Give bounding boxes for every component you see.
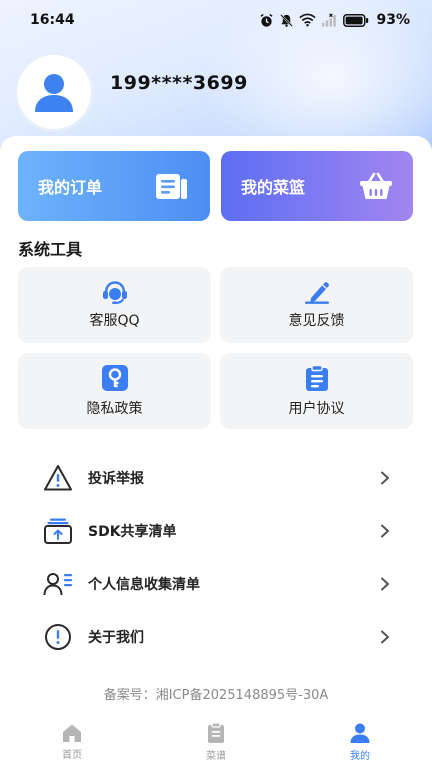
share-box-icon [44,518,72,544]
avatar[interactable] [14,52,94,132]
bottom-tab-bar: 首页 菜谱 我的 [0,716,432,768]
user-avatar-icon [35,74,73,112]
chevron-right-icon [378,630,392,644]
list-item-label: 个人信息收集清单 [88,577,200,593]
status-icons: 93% [259,12,410,28]
basket-icon [360,172,392,199]
home-icon [63,724,81,742]
wifi-icon [299,13,317,27]
status-bar: 16:44 93% [0,0,432,40]
my-basket-card[interactable]: 我的菜篮 [221,151,413,221]
content-sheet: 我的订单 我的菜篮 系统工具 客服QQ 意见反馈 隐私政策 用户协议 投诉举报 … [0,136,432,768]
user-phone: 199****3699 [110,72,248,94]
tab-label: 菜谱 [206,751,226,762]
system-tools-title: 系统工具 [18,240,83,259]
mute-bell-icon [280,13,294,27]
order-list-icon [156,174,187,199]
tab-label: 首页 [62,750,82,761]
my-orders-card[interactable]: 我的订单 [18,151,210,221]
clipboard-icon [305,364,328,391]
my-orders-label: 我的订单 [38,178,103,197]
alarm-icon [260,13,274,27]
tab-label: 我的 [350,751,370,762]
tab-recipes[interactable]: 菜谱 [144,716,288,768]
list-item-sdk-sharing-list[interactable]: SDK共享清单 [42,511,392,551]
status-time: 16:44 [30,12,75,28]
list-item-complaint-report[interactable]: 投诉举报 [42,458,392,498]
headset-icon [102,281,127,304]
feedback-button[interactable]: 意见反馈 [220,267,413,343]
recipe-icon [208,722,224,743]
key-icon [101,365,128,391]
tool-label: 隐私政策 [86,401,143,417]
chevron-right-icon [378,471,392,485]
battery-icon [343,13,369,27]
list-item-label: 关于我们 [88,630,144,646]
battery-percentage: 93% [376,12,410,28]
list-item-personal-info-list[interactable]: 个人信息收集清单 [42,564,392,604]
user-list-icon [43,573,72,596]
signal-icon [322,13,337,27]
tool-label: 用户协议 [288,401,345,417]
chevron-right-icon [378,524,392,538]
pencil-icon [304,282,329,304]
user-agreement-button[interactable]: 用户协议 [220,353,413,429]
privacy-policy-button[interactable]: 隐私政策 [18,353,211,429]
my-basket-label: 我的菜篮 [241,178,306,197]
chevron-right-icon [378,577,392,591]
tool-label: 意见反馈 [288,313,345,329]
tab-profile[interactable]: 我的 [288,716,432,768]
list-item-about-us[interactable]: 关于我们 [42,617,392,657]
profile-icon [350,723,370,743]
list-item-label: 投诉举报 [88,471,144,487]
warning-icon [44,465,72,491]
tool-label: 客服QQ [89,313,140,329]
info-icon [45,624,71,650]
tab-home[interactable]: 首页 [0,716,144,768]
list-item-label: SDK共享清单 [88,524,177,540]
customer-service-qq-button[interactable]: 客服QQ [18,267,211,343]
icp-filing-number: 备案号：湘ICP备2025148895号-30A [103,688,329,703]
